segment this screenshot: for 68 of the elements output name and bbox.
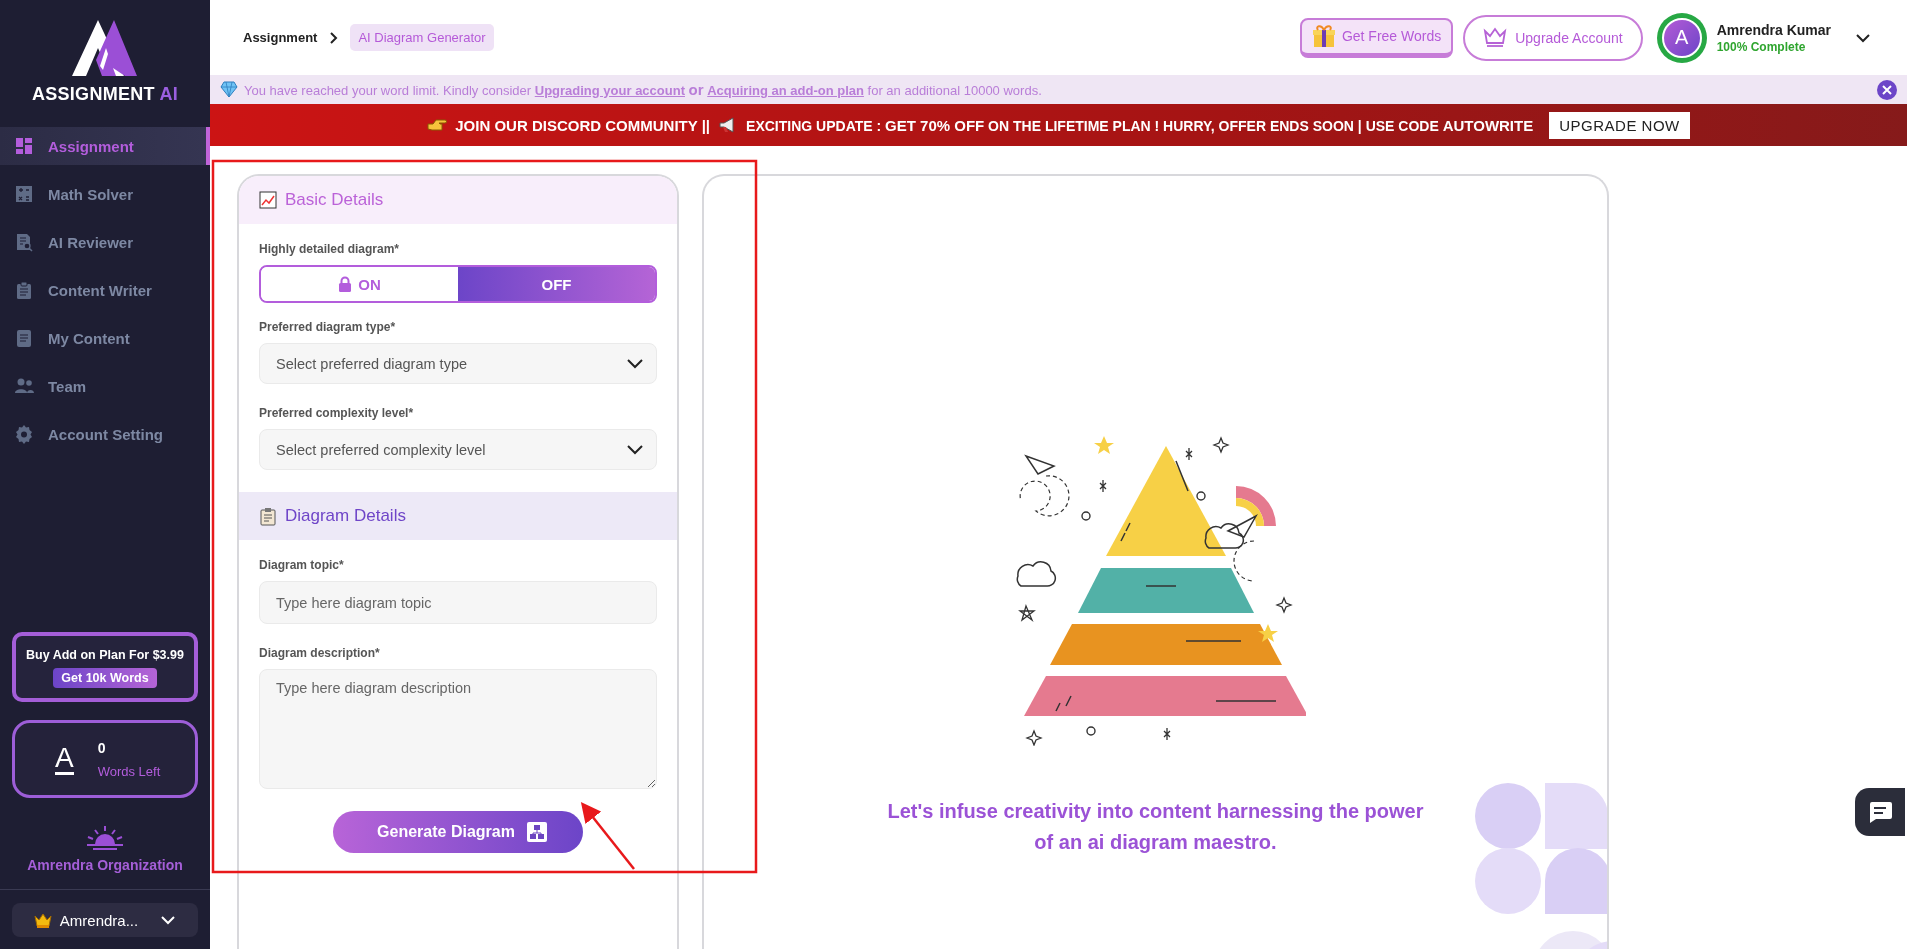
sidebar-item[interactable]: Team [0,367,210,405]
chevron-down-icon [626,358,644,369]
field-label: Diagram description* [259,646,381,660]
upgrade-account-button[interactable]: Upgrade Account [1463,14,1643,61]
sidebar-item[interactable]: Account Setting [0,415,210,453]
breadcrumb-link[interactable]: Assignment [243,30,318,45]
pointing-hand-icon [427,116,448,134]
chart-icon [259,190,277,210]
user-name: Amrendra Kumar [1716,21,1831,38]
sidebar-item[interactable]: Assignment [0,127,210,165]
text-area[interactable]: Type here diagram description [259,669,657,789]
dropdown-field[interactable]: Select preferred complexity level [259,429,657,470]
avatar: A [1661,17,1702,58]
lock-icon [338,276,353,292]
sidebar-item[interactable]: Content Writer [0,271,210,309]
words-count: 0 [97,739,107,756]
field-label: Preferred complexity level* [259,406,415,420]
annotation-arrow [580,802,635,870]
notice-link[interactable]: Acquiring an add-on plan [707,83,864,98]
field-label: Highly detailed diagram* [259,242,401,256]
organization-name: Amrendra Organization [26,857,184,873]
chat-button[interactable] [1855,788,1905,836]
dashboard-icon [15,136,34,156]
breadcrumb-link[interactable]: AI Diagram Generator [350,24,494,51]
close-button[interactable] [1877,79,1897,100]
chevron-down-icon [626,444,644,455]
calculator-icon [15,184,34,204]
chevron-right-icon [329,31,339,44]
crown-icon [1483,27,1508,48]
dropdown-field[interactable]: Select preferred diagram type [259,343,657,384]
sidebar-item[interactable]: My Content [0,319,210,357]
banner-text: EXCITING UPDATE : GET 70% OFF ON THE LIFETIME PLAN ! HURRY, OFFER ENDS SOON | USE CODE AUTOWRITE [746,116,1534,134]
words-label: Words Left [97,763,161,779]
caption-text: Let's infuse creativity into content harnessing the power of an ai diagram maestro. [886,799,1425,855]
promo-text: Buy Add on Plan For $3.99 [26,648,184,662]
crown-icon [33,911,52,929]
text-field[interactable]: Type here diagram topic [259,581,657,624]
clipboard-icon [15,280,34,300]
generate-diagram-button[interactable]: Generate Diagram [333,811,583,853]
close-icon [1882,84,1892,95]
clipboard-icon [259,506,277,526]
section-title: Diagram Details [285,506,406,526]
diamond-icon [220,81,238,98]
profile-completion: 100% Complete [1716,39,1807,54]
notice-link[interactable]: Upgrading your account [534,83,685,98]
chevron-down-icon [160,915,177,925]
chevron-down-icon [1855,32,1871,43]
field-label: Diagram topic* [259,558,345,572]
gear-icon [15,424,34,444]
upgrade-now-button[interactable]: UPGRADE NOW [1549,111,1690,139]
document-search-icon [15,232,34,252]
gift-icon [1311,24,1336,48]
section-title: Basic Details [285,190,384,210]
logo-text: ASSIGNMENT AI [31,84,179,105]
field-label: Preferred diagram type* [259,320,397,334]
chat-icon [1867,800,1893,824]
banner-text: JOIN OUR DISCORD COMMUNITY || [455,116,711,134]
account-dropdown[interactable]: Amrendra... [12,903,198,937]
get-free-words-button[interactable]: Get Free Words [1299,17,1454,58]
notice-text: You have reached your word limit. Kindly consider Upgrading your account or Acquiring an add-on plan for an additional 10000 words. [244,81,1043,98]
sidebar-item[interactable]: Math Solver [0,175,210,213]
toggle-option[interactable]: OFF [458,267,655,301]
logo-icon [70,18,140,78]
get-words-button[interactable]: Get 10k Words [53,668,157,688]
document-icon [15,328,34,348]
sidebar-item[interactable]: AI Reviewer [0,223,210,261]
users-icon [15,376,34,396]
hierarchy-icon [526,822,547,842]
